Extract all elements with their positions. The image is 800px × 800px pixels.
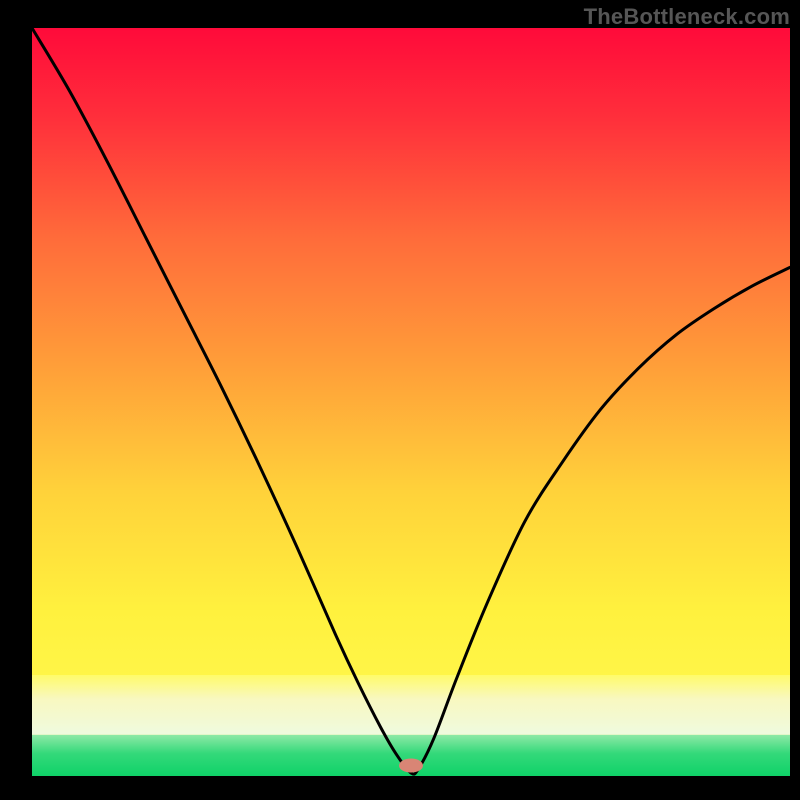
gradient-background: [32, 28, 790, 776]
bottleneck-chart: [0, 0, 800, 800]
watermark-text: TheBottleneck.com: [584, 4, 790, 30]
pale-transition-band: [32, 675, 790, 735]
optimal-point-marker: [399, 759, 423, 773]
chart-frame: { "watermark": "TheBottleneck.com", "plo…: [0, 0, 800, 800]
